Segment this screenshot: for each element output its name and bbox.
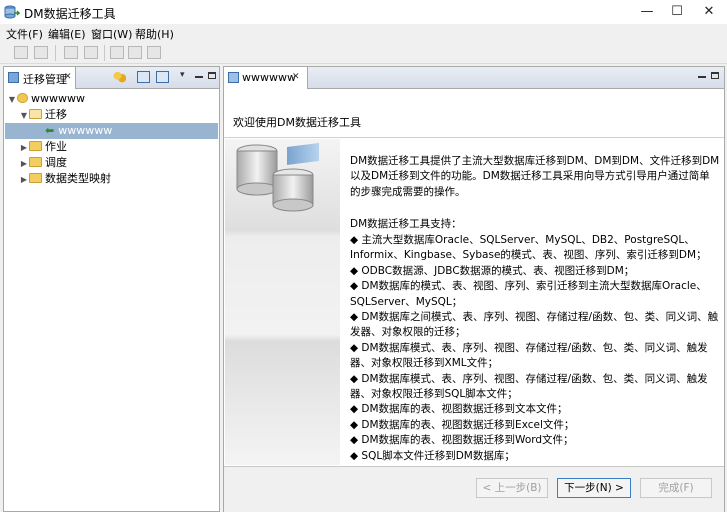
- tree-node-schedule[interactable]: ▶ 调度: [5, 155, 218, 171]
- migration-tree: ▼ wwwwww ▼ 迁移 ⬅ wwwwww ▶ 作业 ▶ 调度 ▶ 数据类型映射: [5, 91, 218, 187]
- tree-node-label: wwwwww: [31, 92, 85, 105]
- connect-icon[interactable]: [113, 71, 126, 83]
- minimize-editor-icon[interactable]: [698, 76, 706, 78]
- menu-help[interactable]: 帮助(H): [135, 26, 174, 42]
- expand-icon[interactable]: ▶: [19, 140, 29, 156]
- maximize-view-icon[interactable]: [208, 72, 216, 79]
- folder-icon: [29, 141, 42, 151]
- folder-open-icon: [29, 109, 42, 119]
- tree-node-root[interactable]: ▼ wwwwww: [5, 91, 218, 107]
- editor-icon: [228, 72, 239, 83]
- close-tab-icon[interactable]: ✕: [292, 72, 300, 82]
- support-title: DM数据迁移工具支持：: [350, 218, 462, 230]
- wizard-title: 欢迎使用DM数据迁移工具: [233, 116, 361, 129]
- undo-icon[interactable]: [64, 46, 78, 59]
- project-icon: [17, 93, 28, 103]
- tree-node-migration-item[interactable]: ⬅ wwwwww: [5, 123, 218, 139]
- wizard-side-graphic: [225, 139, 340, 465]
- migration-arrow-icon: ⬅: [45, 124, 55, 137]
- minimize-button[interactable]: —: [632, 0, 662, 24]
- tree-node-label: 调度: [45, 156, 67, 169]
- intro-text: DM数据迁移工具提供了主流大型数据库迁移到DM、DM到DM、文件迁移到DM以及D…: [350, 155, 720, 198]
- toolbar-separator: [104, 45, 105, 61]
- tab-label: wwwwww: [242, 71, 296, 84]
- feature-item: ◆ DM数据库之间模式、表、序列、视图、存储过程/函数、包、类、同义词、触发器、…: [350, 311, 719, 339]
- cut-icon[interactable]: [110, 46, 124, 59]
- tree-node-migration[interactable]: ▼ 迁移: [5, 107, 218, 123]
- finish-button[interactable]: 完成(F): [640, 478, 712, 498]
- expand-icon[interactable]: ▶: [19, 172, 29, 188]
- feature-item: ◆ DM数据库的模式、表、视图、序列、索引迁移到主流大型数据库Oracle、SQ…: [350, 280, 707, 308]
- close-tab-icon[interactable]: ✕: [64, 72, 72, 82]
- view-icon: [8, 72, 19, 83]
- feature-list: ◆ 主流大型数据库Oracle、SQLServer、MySQL、DB2、Post…: [350, 233, 720, 464]
- feature-item: ◆ DM数据库的表、视图数据迁移到文本文件；: [350, 403, 568, 416]
- tree-node-label: 数据类型映射: [45, 172, 111, 185]
- new-migration-icon[interactable]: [137, 71, 150, 83]
- feature-item: ◆ SQL脚本文件迁移到DM数据库；: [350, 449, 515, 462]
- menu-file[interactable]: 文件(F): [6, 26, 43, 42]
- menu-window[interactable]: 窗口(W): [91, 26, 132, 42]
- tab-migration-manager[interactable]: 迁移管理 ✕: [4, 67, 76, 89]
- folder-icon: [29, 173, 42, 183]
- wizard-header: 欢迎使用DM数据迁移工具: [224, 90, 724, 138]
- tab-editor[interactable]: wwwwww ✕: [224, 67, 308, 89]
- tab-label: 迁移管理: [23, 73, 67, 86]
- feature-item: ◆ ODBC数据源、JDBC数据源的模式、表、视图迁移到DM；: [350, 264, 635, 277]
- copy-icon[interactable]: [128, 46, 142, 59]
- feature-item: ◆ DM数据库模式、表、序列、视图、存储过程/函数、包、类、同义词、触发器、对象…: [350, 372, 708, 401]
- tree-node-label: wwwwww: [58, 124, 113, 137]
- maximize-editor-icon[interactable]: [711, 72, 719, 79]
- back-button[interactable]: < 上一步(B): [476, 478, 548, 498]
- refresh-icon[interactable]: [156, 71, 169, 83]
- wizard-content: DM数据迁移工具提供了主流大型数据库迁移到DM、DM到DM、文件迁移到DM以及D…: [341, 139, 724, 465]
- feature-item: ◆ DM数据库模式、表、序列、视图、存储过程/函数、包、类、同义词、触发器、对象…: [350, 341, 708, 370]
- collapse-icon[interactable]: ▼: [19, 108, 29, 124]
- next-button[interactable]: 下一步(N) >: [557, 478, 631, 498]
- collapse-icon[interactable]: ▼: [7, 92, 17, 108]
- close-button[interactable]: ✕: [694, 0, 724, 24]
- paste-icon[interactable]: [147, 46, 161, 59]
- save-icon[interactable]: [14, 46, 28, 59]
- save-all-icon[interactable]: [34, 46, 48, 59]
- minimize-view-icon[interactable]: [195, 76, 203, 78]
- app-icon: [4, 5, 20, 19]
- tree-node-type-mapping[interactable]: ▶ 数据类型映射: [5, 171, 218, 187]
- tree-node-job[interactable]: ▶ 作业: [5, 139, 218, 155]
- folder-icon: [29, 157, 42, 167]
- tree-node-label: 迁移: [45, 108, 67, 121]
- toolbar-separator: [55, 45, 56, 61]
- feature-item: ◆ 主流大型数据库Oracle、SQLServer、MySQL、DB2、Post…: [350, 234, 707, 262]
- menu-edit[interactable]: 编辑(E): [48, 26, 86, 42]
- feature-item: ◆ DM数据库的表、视图数据迁移到Excel文件；: [350, 418, 575, 431]
- maximize-button[interactable]: ☐: [662, 0, 692, 24]
- redo-icon[interactable]: [84, 46, 98, 59]
- database-icon: [236, 143, 319, 212]
- tree-node-label: 作业: [45, 140, 67, 153]
- view-menu-icon[interactable]: ▾: [180, 70, 185, 80]
- window-title: DM数据迁移工具: [24, 7, 116, 21]
- expand-icon[interactable]: ▶: [19, 156, 29, 172]
- feature-item: ◆ DM数据库的表、视图数据迁移到Word文件；: [350, 434, 574, 447]
